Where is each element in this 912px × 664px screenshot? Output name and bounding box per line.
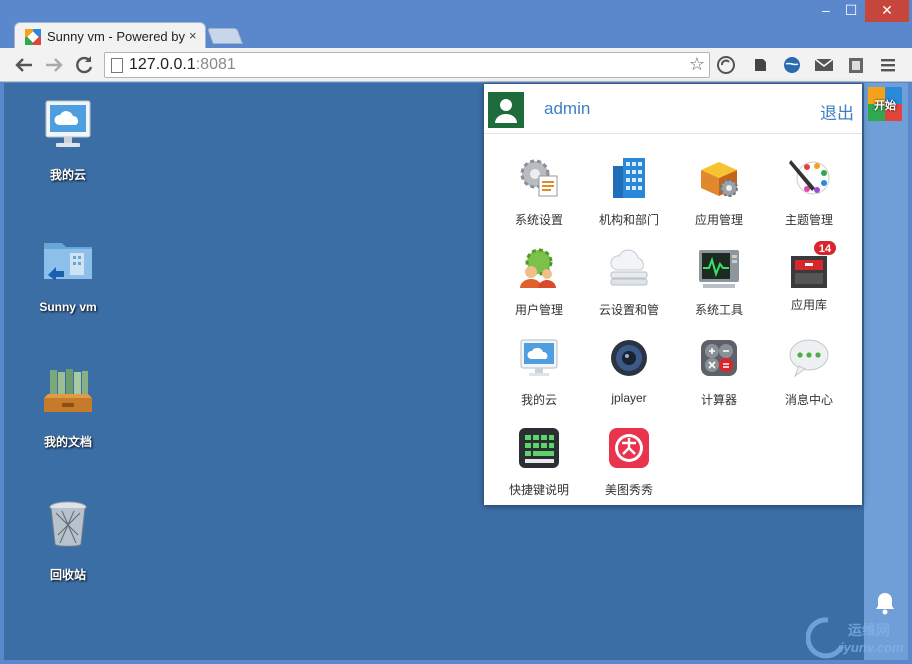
app-org-departments[interactable]: 机构和部门 (584, 156, 674, 228)
keyboard-icon (519, 428, 559, 468)
username[interactable]: admin (544, 99, 590, 119)
app-label: 系统工具 (694, 303, 743, 317)
calculator-icon (701, 340, 737, 376)
bookmark-star-icon[interactable]: ☆ (689, 54, 705, 75)
mail-extension-icon[interactable] (814, 56, 834, 74)
app-user-manager[interactable]: 用户管理 (494, 246, 584, 318)
address-bar[interactable]: 127.0.0.1:8081 ☆ (104, 52, 710, 78)
watermark-domain: iyunv.com (840, 640, 904, 655)
app-theme-manager[interactable]: 主题管理 (764, 156, 854, 228)
folder-building-icon (44, 243, 92, 281)
app-label: 美图秀秀 (604, 483, 653, 497)
speaker-icon (611, 340, 647, 376)
logout-link[interactable]: 退出 (820, 99, 854, 124)
close-window-button[interactable]: ✕ (865, 0, 909, 22)
app-label: 系统设置 (514, 213, 563, 227)
app-label: 主题管理 (784, 213, 833, 227)
app-calculator[interactable]: 计算器 (674, 336, 764, 408)
app-label: 机构和部门 (598, 213, 659, 227)
notification-badge: 14 (813, 240, 837, 256)
app-label: 消息中心 (784, 393, 833, 407)
app-my-cloud[interactable]: 我的云 (494, 336, 584, 408)
cloud-monitor-icon (45, 100, 91, 147)
app-app-store[interactable]: 14 应用库 (764, 240, 854, 313)
app-system-settings[interactable]: 系统设置 (494, 156, 584, 228)
back-arrow-icon[interactable] (12, 53, 36, 77)
building-icon (613, 158, 645, 198)
bell-icon[interactable] (874, 591, 896, 615)
chat-bubble-icon (789, 339, 829, 378)
tab-close-icon[interactable]: × (189, 28, 197, 43)
new-tab-button[interactable] (207, 28, 243, 44)
page-icon (111, 58, 123, 73)
globe-extension-icon[interactable] (782, 56, 802, 74)
desktop-icon-sunny-vm[interactable]: Sunny vm (23, 233, 113, 314)
start-menu-panel: admin 退出 系统设置 机构和部门 应用管理 主题管理 用户管理 云设置和管… (484, 84, 862, 505)
minimize-button[interactable]: – (815, 0, 837, 22)
app-box-gear-icon (701, 162, 738, 197)
meitu-icon (609, 428, 649, 468)
evernote-extension-icon[interactable] (750, 56, 770, 74)
user-header: admin 退出 (484, 84, 862, 134)
start-button[interactable]: 开始 (868, 87, 902, 121)
desktop-icon-my-documents[interactable]: 我的文档 (23, 366, 113, 450)
app-jplayer[interactable]: jplayer (584, 336, 674, 405)
app-system-tools[interactable]: 系统工具 (674, 246, 764, 318)
app-label: 应用库 (790, 298, 827, 312)
desktop-icon-recycle-bin[interactable]: 回收站 (23, 499, 113, 583)
monitor-pulse-icon (699, 250, 739, 288)
app-cloud-settings[interactable]: 云设置和管 (584, 246, 674, 318)
app-meitu[interactable]: 美图秀秀 (584, 426, 674, 498)
app-label: 计算器 (700, 393, 737, 407)
desktop-icon-label: 回收站 (49, 568, 86, 582)
browser-toolbar: 127.0.0.1:8081 ☆ (0, 48, 912, 82)
app-label: jplayer (611, 391, 647, 405)
menu-icon[interactable] (878, 56, 898, 74)
sync-extension-icon[interactable] (716, 56, 736, 74)
gear-settings-icon (520, 159, 558, 197)
app-label: 我的云 (520, 393, 557, 407)
forward-arrow-icon[interactable] (42, 53, 66, 77)
watermark: 运维网 iyunv.com (805, 616, 910, 660)
cloud-monitor-icon (520, 339, 558, 376)
app-label: 用户管理 (514, 303, 563, 317)
desktop-icon-label: 我的文档 (43, 435, 92, 449)
cloud-server-icon (610, 249, 648, 286)
start-label: 开始 (874, 100, 896, 112)
app-label: 快捷键说明 (508, 483, 569, 497)
sunny-favicon-icon (25, 29, 41, 45)
tab-title: Sunny vm - Powered by (47, 29, 186, 44)
recycle-bin-icon (49, 501, 87, 547)
right-dock: 开始 (864, 83, 908, 660)
app-message-center[interactable]: 消息中心 (764, 336, 854, 408)
url-text: 127.0.0.1:8081 (129, 56, 236, 73)
app-label: 云设置和管 (598, 303, 659, 317)
desktop-icon-label: 我的云 (49, 168, 86, 182)
app-application-manager[interactable]: 应用管理 (674, 156, 764, 228)
desktop-icon-my-cloud[interactable]: 我的云 (23, 99, 113, 183)
app-label: 应用管理 (694, 213, 743, 227)
watermark-text: 运维网 (848, 622, 890, 638)
reload-icon[interactable] (72, 53, 96, 77)
desktop-icon-label: Sunny vm (39, 300, 97, 314)
avatar[interactable] (488, 92, 524, 128)
documents-tray-icon (44, 369, 92, 412)
maximize-button[interactable]: ☐ (840, 0, 862, 22)
window-titlebar: Sunny vm - Powered by × – ☐ ✕ (0, 0, 912, 50)
clipboard-extension-icon[interactable] (846, 56, 866, 74)
app-shortcut-help[interactable]: 快捷键说明 (494, 426, 584, 498)
paint-palette-icon (789, 160, 830, 195)
browser-tab[interactable]: Sunny vm - Powered by × (14, 22, 206, 50)
users-gear-icon (520, 248, 556, 288)
